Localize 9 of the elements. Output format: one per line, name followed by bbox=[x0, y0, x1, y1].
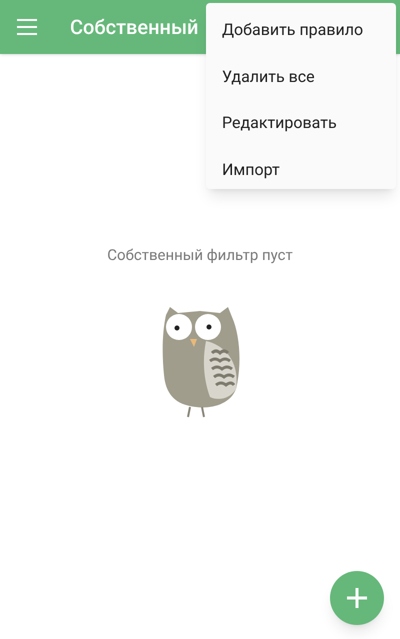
menu-item[interactable]: Добавить правило bbox=[206, 7, 396, 54]
menu-item[interactable]: Импорт bbox=[206, 146, 396, 193]
empty-message: Собственный фильтр пуст bbox=[107, 245, 293, 266]
menu-item[interactable]: Редактировать bbox=[206, 100, 396, 146]
add-button[interactable] bbox=[330, 571, 384, 625]
app-bar-title: Собственный bbox=[70, 14, 198, 41]
plus-icon bbox=[346, 587, 368, 609]
menu-icon[interactable] bbox=[17, 19, 37, 35]
menu-item[interactable]: Удалить все bbox=[206, 54, 396, 100]
